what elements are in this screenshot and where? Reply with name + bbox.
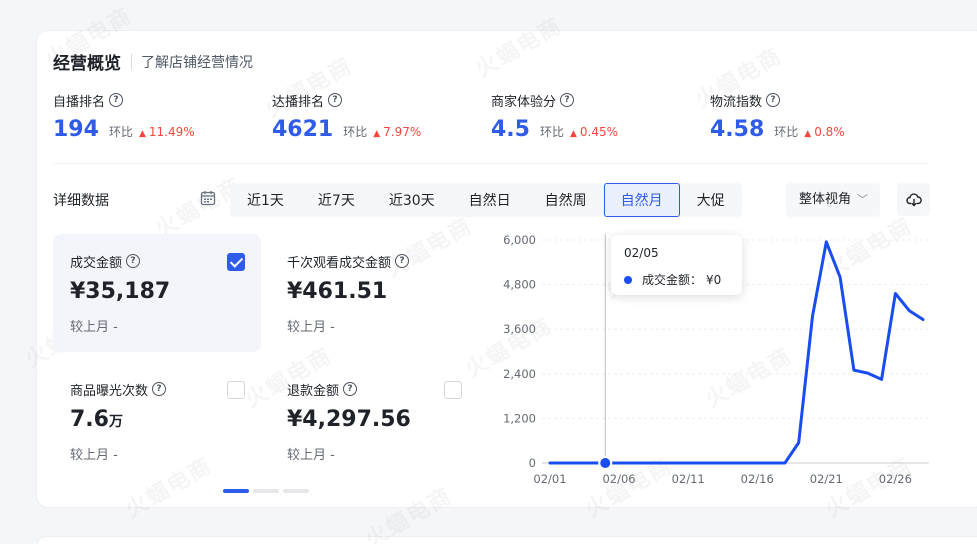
detail-section-label: 详细数据 — [53, 193, 109, 209]
chart-tooltip: 02/05 成交金额： ¥0 — [611, 235, 742, 295]
title-divider — [131, 54, 132, 70]
y-tick-label: 4,800 — [503, 278, 536, 292]
kpi-card-refund[interactable]: 退款金额? ¥4,297.56 较上月 - — [270, 362, 478, 480]
next-card — [36, 536, 977, 544]
x-tick-label: 02/11 — [672, 472, 705, 486]
kpi-compare: 较上月 - — [287, 448, 335, 463]
section-divider — [53, 163, 929, 164]
kpi-compare: 较上月 - — [70, 320, 118, 335]
metric-change-up: 0.45% — [570, 125, 618, 139]
kpi-checkbox-gmv[interactable] — [227, 253, 245, 271]
tab-30days[interactable]: 近30天 — [372, 183, 452, 217]
kpi-compare: 较上月 - — [287, 320, 335, 335]
metric-label: 达播排名 — [272, 94, 325, 110]
x-tick-label: 02/26 — [879, 472, 912, 486]
tab-natural-week[interactable]: 自然周 — [528, 183, 604, 217]
tab-natural-month[interactable]: 自然月 — [603, 183, 680, 217]
metric-label: 商家体验分 — [491, 94, 557, 110]
x-tick-label: 02/16 — [741, 472, 774, 486]
metric-value: 4621 — [272, 117, 334, 142]
kpi-checkbox-impressions[interactable] — [227, 381, 245, 399]
kpi-label: 千次观看成交金额 — [287, 255, 392, 271]
metric-logistics-index: 物流指数? 4.58 环比 0.8% — [710, 90, 845, 142]
metric-compare-label: 环比 — [539, 125, 564, 139]
view-select-value: 整体视角 — [799, 192, 852, 207]
metric-change-up: 7.97% — [373, 125, 421, 139]
help-icon[interactable]: ? — [328, 93, 343, 107]
help-icon[interactable]: ? — [766, 93, 781, 107]
date-range-tabs: 近1天 近7天 近30天 自然日 自然周 自然月 大促 — [230, 183, 742, 217]
chevron-down-icon: ﹀ — [857, 193, 868, 206]
kpi-card-gmv[interactable]: 成交金额? ¥35,187 较上月 - — [53, 234, 261, 352]
pager-dot[interactable] — [253, 489, 279, 493]
metric-experience-score: 商家体验分? 4.5 环比 0.45% — [491, 90, 618, 142]
metric-value: 4.5 — [491, 117, 530, 142]
tooltip-value: ¥0 — [706, 272, 722, 287]
metric-compare-label: 环比 — [774, 125, 799, 139]
cloud-download-icon — [905, 192, 922, 206]
tab-promotion[interactable]: 大促 — [680, 183, 742, 217]
metric-value: 4.58 — [710, 117, 765, 142]
hover-point — [598, 456, 613, 470]
help-icon[interactable]: ? — [152, 382, 167, 396]
metric-change-up: 0.8% — [804, 125, 845, 139]
y-tick-label: 2,400 — [503, 367, 536, 381]
calendar-icon[interactable] — [200, 190, 216, 206]
metric-value: 194 — [53, 117, 99, 142]
kpi-value: ¥4,297.56 — [287, 407, 411, 432]
metric-label: 物流指数 — [710, 94, 763, 110]
metric-affiliate-live-rank: 达播排名? 4621 环比 7.97% — [272, 90, 421, 142]
help-icon[interactable]: ? — [560, 93, 575, 107]
help-icon[interactable]: ? — [126, 254, 141, 268]
kpi-label: 退款金额 — [287, 383, 340, 399]
page-subtitle: 了解店铺经营情况 — [141, 55, 253, 71]
x-tick-label: 02/21 — [810, 472, 843, 486]
pager-dot-active[interactable] — [223, 489, 249, 493]
tab-1day[interactable]: 近1天 — [230, 183, 301, 217]
kpi-value: ¥461.51 — [287, 279, 388, 304]
kpi-card-impressions[interactable]: 商品曝光次数? 7.6万 较上月 - — [53, 362, 261, 480]
download-button[interactable] — [897, 183, 930, 216]
y-tick-label: 0 — [529, 456, 536, 470]
tooltip-series-label: 成交金额： — [642, 273, 703, 287]
help-icon[interactable]: ? — [395, 254, 410, 268]
metric-change-up: 11.49% — [139, 125, 195, 139]
kpi-compare: 较上月 - — [70, 448, 118, 463]
tooltip-date: 02/05 — [624, 246, 659, 260]
x-tick-label: 02/06 — [602, 472, 635, 486]
view-select[interactable]: 整体视角 ﹀ — [786, 183, 880, 217]
help-icon[interactable]: ? — [109, 93, 124, 107]
kpi-label: 商品曝光次数 — [70, 383, 149, 399]
metric-compare-label: 环比 — [343, 125, 368, 139]
metric-compare-label: 环比 — [108, 125, 133, 139]
pager-dot[interactable] — [283, 489, 309, 493]
kpi-card-gpm[interactable]: 千次观看成交金额? ¥461.51 较上月 - — [270, 234, 478, 352]
metric-label: 自播排名 — [53, 94, 106, 110]
y-tick-label: 6,000 — [503, 233, 536, 247]
kpi-value: 7.6 — [70, 407, 109, 432]
kpi-value: ¥35,187 — [70, 279, 171, 304]
series-dot — [624, 275, 632, 284]
y-tick-label: 3,600 — [503, 322, 536, 336]
kpi-label: 成交金额 — [70, 255, 123, 271]
y-tick-label: 1,200 — [503, 411, 536, 425]
tab-natural-day[interactable]: 自然日 — [452, 183, 528, 217]
kpi-checkbox-refund[interactable] — [444, 381, 462, 399]
x-tick-label: 02/01 — [533, 472, 566, 486]
kpi-unit: 万 — [108, 414, 123, 430]
help-icon[interactable]: ? — [343, 382, 358, 396]
metric-self-live-rank: 自播排名? 194 环比 11.49% — [53, 90, 195, 142]
tab-7days[interactable]: 近7天 — [301, 183, 372, 217]
page-title: 经营概览 — [53, 54, 121, 74]
